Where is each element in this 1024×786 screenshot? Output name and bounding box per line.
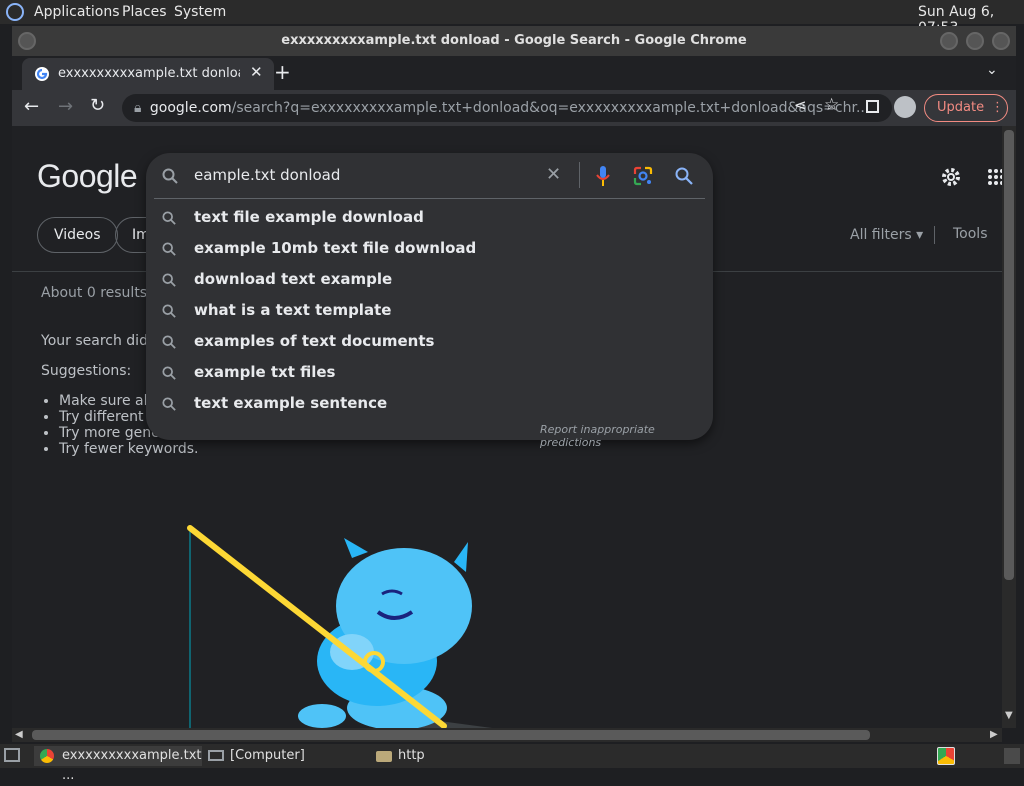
suggestion-text: text file example download [194, 208, 424, 226]
suggestion-text: example 10mb text file download [194, 239, 477, 257]
suggestion-item[interactable]: examples of text documents [146, 327, 713, 358]
search-icon [162, 211, 176, 225]
result-stats: About 0 results ( [41, 285, 158, 301]
chrome-icon [40, 749, 54, 763]
clear-search-icon[interactable]: ✕ [546, 164, 561, 185]
show-desktop-icon[interactable] [4, 748, 20, 762]
update-label: Update [937, 100, 985, 115]
lens-camera-icon[interactable] [633, 166, 653, 186]
url-path: /search?q=exxxxxxxxxample.txt+donload&oq… [231, 100, 870, 116]
profile-avatar-icon[interactable] [894, 96, 916, 118]
search-icon [162, 366, 176, 380]
taskbar-item-label: http [398, 748, 425, 763]
forward-icon[interactable]: → [58, 96, 73, 117]
suggestion-text: download text example [194, 270, 393, 288]
share-icon[interactable]: ⋖ [794, 96, 807, 114]
search-suggestions-dropdown: eample.txt donload ✕ text file example d… [146, 153, 713, 449]
side-panel-icon[interactable] [866, 100, 879, 113]
reload-icon[interactable]: ↻ [90, 95, 105, 116]
scroll-down-icon[interactable]: ▼ [1005, 710, 1013, 721]
search-submit-icon[interactable] [675, 167, 693, 185]
workspace-switcher-icon[interactable] [1004, 748, 1020, 764]
scroll-right-icon[interactable]: ▶ [990, 729, 998, 740]
back-icon[interactable]: ← [24, 96, 39, 117]
suggestion-item[interactable]: text example sentence [146, 389, 713, 420]
system-menu[interactable]: System [174, 4, 226, 20]
url-domain: google.com [149, 100, 232, 116]
taskbar-item-computer[interactable]: [Computer] [206, 746, 366, 766]
suggestion-item[interactable]: example 10mb text file download [146, 234, 713, 265]
fishing-mascot-illustration [187, 525, 492, 728]
no-match-text: Your search did n [41, 333, 162, 349]
suggestion-text: what is a text template [194, 301, 392, 319]
tab-active[interactable]: exxxxxxxxxample.txt donload - ✕ [22, 58, 274, 90]
more-menu-icon[interactable]: ⋮ [991, 95, 1004, 121]
new-tab-icon[interactable]: + [274, 60, 291, 84]
suggestion-text: example txt files [194, 363, 336, 381]
taskbar-item-chrome[interactable]: exxxxxxxxxample.txt ... [34, 746, 202, 783]
suggestion-text: examples of text documents [194, 332, 435, 350]
suggestion-item[interactable]: example txt files [146, 358, 713, 389]
search-icon [162, 273, 176, 287]
apps-grid-icon[interactable] [987, 168, 1002, 186]
tab-search-chevron-icon[interactable]: ⌄ [986, 62, 998, 78]
suggestion-item[interactable]: text file example download [146, 203, 713, 234]
bookmark-star-icon[interactable]: ☆ [824, 95, 839, 115]
vertical-scrollbar[interactable]: ▼ [1002, 126, 1016, 728]
tab-strip: exxxxxxxxxample.txt donload - ✕ + ⌄ [12, 56, 1016, 90]
window-titlebar[interactable]: exxxxxxxxxample.txt donload - Google Sea… [12, 26, 1016, 56]
divider [154, 198, 705, 199]
folder-icon [376, 751, 392, 762]
browser-toolbar: ← → ↻ 🔒︎ google.com/search?q=exxxxxxxxxa… [12, 90, 1016, 126]
system-top-panel: Applications Places System Sun Aug 6, 07… [0, 0, 1024, 36]
bottom-taskbar: exxxxxxxxxample.txt ... [Computer] http [0, 744, 1024, 783]
search-icon [162, 168, 178, 184]
suggestion-item[interactable]: download text example [146, 265, 713, 296]
list-item: Try fewer keywords. [59, 441, 198, 457]
suggestion-item[interactable]: what is a text template [146, 296, 713, 327]
all-filters-label: All filters [850, 227, 912, 243]
search-icon [162, 397, 176, 411]
settings-gear-icon[interactable] [939, 165, 963, 189]
window-title: exxxxxxxxxample.txt donload - Google Sea… [281, 33, 747, 48]
search-icon [162, 335, 176, 349]
google-favicon-icon [35, 67, 49, 81]
scroll-thumb[interactable] [1004, 130, 1014, 580]
taskbar-item-label: [Computer] [230, 748, 305, 763]
chrome-tray-icon[interactable] [937, 747, 955, 765]
tab-title: exxxxxxxxxample.txt donload - [58, 66, 240, 81]
tab-close-icon[interactable]: ✕ [250, 63, 263, 81]
google-logo[interactable]: Google [37, 158, 138, 195]
tools-button[interactable]: Tools [953, 226, 988, 242]
computer-icon [208, 750, 224, 761]
divider [934, 226, 935, 244]
places-menu[interactable]: Places [122, 4, 167, 20]
window-menu-icon[interactable] [18, 32, 36, 50]
distro-logo-icon[interactable] [6, 3, 24, 21]
taskbar-item-http[interactable]: http [374, 746, 534, 766]
suggestion-text: text example sentence [194, 394, 388, 412]
divider [579, 162, 580, 188]
minimize-icon[interactable] [940, 32, 958, 50]
chip-videos[interactable]: Videos [37, 217, 118, 253]
suggestions-heading: Suggestions: [41, 363, 132, 379]
search-icon [162, 304, 176, 318]
lock-icon[interactable]: 🔒︎ [122, 100, 141, 116]
scroll-thumb[interactable] [32, 730, 870, 740]
search-icon [162, 242, 176, 256]
maximize-icon[interactable] [966, 32, 984, 50]
update-button[interactable]: Update ⋮ [924, 94, 1008, 122]
voice-search-mic-icon[interactable] [596, 165, 610, 187]
horizontal-scrollbar[interactable]: ◀ ▶ [12, 728, 1002, 742]
applications-menu[interactable]: Applications [34, 4, 120, 20]
scroll-left-icon[interactable]: ◀ [15, 729, 23, 740]
close-window-icon[interactable] [992, 32, 1010, 50]
address-bar[interactable]: 🔒︎ google.com/search?q=exxxxxxxxxample.t… [122, 94, 892, 122]
report-predictions-link[interactable]: Report inappropriate predictions [540, 423, 713, 449]
all-filters-button[interactable]: All filters ▾ [850, 227, 923, 243]
search-input[interactable]: eample.txt donload [194, 166, 340, 184]
taskbar-item-label: exxxxxxxxxample.txt ... [62, 748, 202, 783]
